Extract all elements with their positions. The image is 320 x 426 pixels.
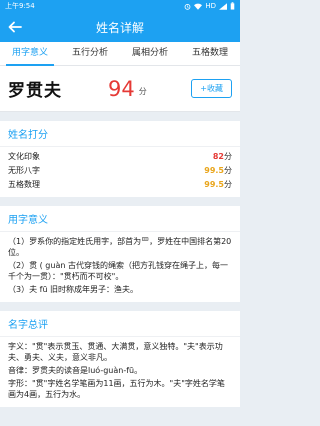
score-row-bazi: 无形八字 99.5分 [8,164,232,178]
meaning-paragraphs: （1）罗系你的指定姓氏用字，部首为罒，罗姓在中国排名第20位。 （2）贯 ( g… [0,232,240,302]
tab-bar: 用字意义 五行分析 属相分析 五格数理 [0,42,240,66]
back-arrow-icon[interactable] [6,18,24,36]
battery-icon [230,2,235,10]
tab-character-meaning[interactable]: 用字意义 [0,42,60,66]
name-text: 罗贯夫 [8,81,62,101]
tab-five-elements[interactable]: 五行分析 [60,42,120,65]
status-icons: HD [184,2,235,10]
score-row-wuge: 五格数理 99.5分 [8,178,232,192]
score-unit: 分 [138,87,147,96]
score-section: 姓名打分 文化印象 82分 无形八字 99.5分 五格数理 99.5分 [0,121,240,197]
meaning-line: （1）罗系你的指定姓氏用字，部首为罒，罗姓在中国排名第20位。 [8,237,232,257]
score-row-label: 文化印象 [8,152,40,161]
title-bar: 姓名详解 [0,12,240,42]
score-row-value: 82分 [212,152,232,161]
score-section-title: 姓名打分 [0,121,240,147]
signal-icon [219,2,227,10]
summary-line: 音律：罗贯夫的读音是luó-guàn-fū。 [8,366,143,375]
collect-button[interactable]: +收藏 [191,79,232,98]
meaning-line: （3）夫 fū 旧时称成年男子：渔夫。 [8,285,139,294]
meaning-section: 用字意义 （1）罗系你的指定姓氏用字，部首为罒，罗姓在中国排名第20位。 （2）… [0,206,240,302]
tab-five-grid-numerology[interactable]: 五格数理 [180,42,240,65]
score-row-value: 99.5分 [204,180,232,189]
score-row-culture: 文化印象 82分 [8,150,232,164]
summary-section-title: 名字总评 [0,311,240,337]
wifi-icon [194,3,203,10]
score-row-value: 99.5分 [204,166,232,175]
name-score-card: 罗贯夫 94 分 +收藏 [0,66,240,112]
network-type: HD [205,2,216,10]
summary-section: 名字总评 字义："贯"表示贯玉、贯通、大满贯，意义独特。"夫"表示功夫、勇夫、义… [0,311,240,407]
page-title: 姓名详解 [95,20,144,35]
total-score: 94 [108,76,135,101]
status-time: 上午9:54 [5,2,35,10]
score-row-label: 五格数理 [8,180,40,189]
meaning-section-title: 用字意义 [0,206,240,232]
alarm-icon [184,3,191,10]
status-bar: 上午9:54 HD [0,0,240,12]
meaning-line: （2）贯 ( guàn 古代穿钱的绳索（把方孔钱穿在绳子上，每一千个为一贯）："… [8,261,228,281]
summary-line: 字义："贯"表示贯玉、贯通、大满贯，意义独特。"夫"表示功夫、勇夫、义夫，意义非… [8,342,223,362]
tab-zodiac-analysis[interactable]: 属相分析 [120,42,180,65]
summary-paragraphs: 字义："贯"表示贯玉、贯通、大满贯，意义独特。"夫"表示功夫、勇夫、义夫，意义非… [0,337,240,407]
summary-line: 字形："贯"字姓名学笔画为11画，五行为木。"夫"字姓名学笔画为4画，五行为水。 [8,379,225,399]
score-row-label: 无形八字 [8,166,40,175]
